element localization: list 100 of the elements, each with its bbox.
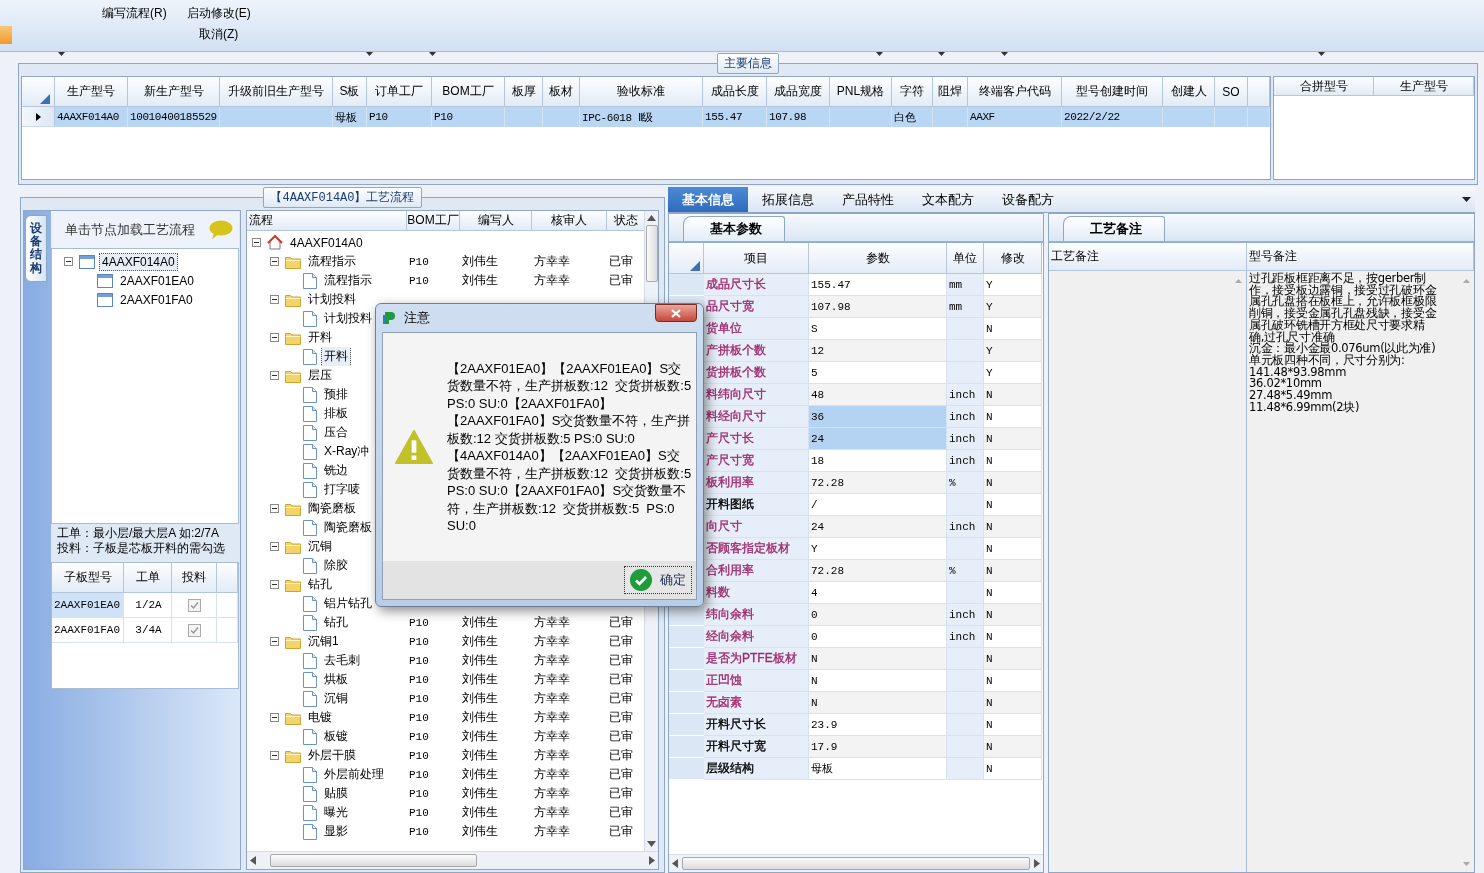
table-cell: P10 — [409, 806, 429, 819]
table-cell: N — [984, 472, 1042, 494]
table-cell: Y — [809, 538, 947, 560]
table-cell: 刘伟生 — [462, 728, 498, 745]
table-cell: inch — [947, 604, 984, 626]
table-cell: P10 — [432, 107, 505, 127]
table-cell: 18 — [809, 450, 947, 472]
table-cell: 合利用率 — [704, 560, 809, 582]
table-cell: P10 — [409, 616, 429, 629]
table-cell: mm — [947, 274, 984, 296]
table-cell: 刘伟生 — [462, 690, 498, 707]
table-cell: Y — [984, 340, 1042, 362]
table-cell: N — [984, 494, 1042, 516]
table-cell: 方幸幸 — [534, 728, 570, 745]
table-cell: N — [984, 648, 1042, 670]
table-cell: Y — [984, 296, 1042, 318]
table-cell: P10 — [409, 711, 429, 724]
table-cell: P10 — [409, 692, 429, 705]
table-cell: 5 — [809, 362, 947, 384]
dialog-title: 注意 — [404, 309, 430, 327]
table-cell: 方幸幸 — [534, 747, 570, 764]
remark-text: 单元板四种不同，尺寸分别为: — [1249, 354, 1405, 367]
table-cell: 72.28 — [809, 560, 947, 582]
table-cell: Y — [984, 362, 1042, 384]
table-cell: 刘伟生 — [462, 709, 498, 726]
table-cell: 料数 — [704, 582, 809, 604]
table-cell: 刘伟生 — [462, 272, 498, 289]
table-cell: 方幸幸 — [534, 253, 570, 270]
table-cell: 板利用率 — [704, 472, 809, 494]
table-cell: 方幸幸 — [534, 785, 570, 802]
table-cell: 已审 — [609, 690, 633, 707]
table-cell: 0 — [809, 626, 947, 648]
table-cell: 155.47 — [703, 107, 767, 127]
table-cell: P10 — [409, 654, 429, 667]
table-cell: inch — [947, 384, 984, 406]
table-cell: N — [984, 428, 1042, 450]
table-cell: 36 — [809, 406, 947, 428]
table-cell: P10 — [409, 768, 429, 781]
hint-text: 单击节点加载工艺流程 — [65, 220, 195, 239]
table-cell: N — [984, 516, 1042, 538]
table-cell: Y — [984, 274, 1042, 296]
table-cell: 否顾客指定板材 — [704, 538, 809, 560]
table-cell: 方幸幸 — [534, 823, 570, 840]
table-cell: N — [809, 670, 947, 692]
table-cell: N — [984, 406, 1042, 428]
table-cell: 方幸幸 — [534, 272, 570, 289]
table-cell: N — [984, 450, 1042, 472]
table-cell: 产尺寸宽 — [704, 450, 809, 472]
table-cell: 母板 — [809, 758, 947, 780]
table-cell: 已审 — [609, 823, 633, 840]
table-cell: 货拼板个数 — [704, 362, 809, 384]
table-cell: 刘伟生 — [462, 652, 498, 669]
table-cell: inch — [947, 516, 984, 538]
table-cell: 货单位 — [704, 318, 809, 340]
table-cell: 方幸幸 — [534, 614, 570, 631]
table-cell: P10 — [409, 825, 429, 838]
table-cell: 4 — [809, 582, 947, 604]
table-cell: N — [984, 692, 1042, 714]
table-cell: inch — [947, 626, 984, 648]
table-cell: 刘伟生 — [462, 766, 498, 783]
table-cell: 已审 — [609, 272, 633, 289]
table-cell: N — [984, 626, 1042, 648]
table-cell: % — [947, 560, 984, 582]
table-cell: 3/4A — [124, 618, 172, 643]
table-cell: 2022/2/22 — [1062, 107, 1163, 127]
table-cell: 无卤素 — [704, 692, 809, 714]
table-cell: 已审 — [609, 709, 633, 726]
table-cell: 开料图纸 — [704, 494, 809, 516]
table-cell: N — [809, 692, 947, 714]
table-cell: 23.9 — [809, 714, 947, 736]
table-cell: 方幸幸 — [534, 671, 570, 688]
table-cell: P10 — [367, 107, 432, 127]
table-cell: 品尺寸宽 — [704, 296, 809, 318]
panel-title: 【4AAXF014A0】工艺流程 — [263, 187, 422, 208]
table-cell: mm — [947, 296, 984, 318]
table-cell: 料经向尺寸 — [704, 406, 809, 428]
table-cell: 经向余料 — [704, 626, 809, 648]
table-cell: 107.98 — [767, 107, 830, 127]
table-cell: 已审 — [609, 804, 633, 821]
table-cell: 155.47 — [809, 274, 947, 296]
table-cell: 正凹蚀 — [704, 670, 809, 692]
remark-text: 36.02*10mm — [1249, 378, 1322, 391]
table-cell: 纬向余料 — [704, 604, 809, 626]
table-cell: 2AAXF01EA0 — [52, 593, 124, 618]
table-cell: 方幸幸 — [534, 709, 570, 726]
table-cell: 刘伟生 — [462, 823, 498, 840]
table-cell: N — [984, 582, 1042, 604]
remark-text: 沉金：最小金最0.076um(以此为准) — [1249, 343, 1437, 355]
table-cell: N — [809, 648, 947, 670]
table-cell: / — [809, 494, 947, 516]
table-cell: 方幸幸 — [534, 652, 570, 669]
table-cell: N — [984, 384, 1042, 406]
table-cell: P10 — [409, 730, 429, 743]
table-cell: 刘伟生 — [462, 785, 498, 802]
table-cell: 已审 — [609, 652, 633, 669]
table-cell: 107.98 — [809, 296, 947, 318]
table-cell: N — [984, 560, 1042, 582]
dialog-message: 【2AAXF01EA0】【2AAXF01EA0】S交货数量不符，生产拼板数:12 交货拼板数:5 PS:0 SU:0【2AAXF01FA0】【2AAXF01FA0】S交货数量不符，生产拼板数:12 交货拼板数:5 PS:0 SU:0【4AAXF014A0】【2AAXF01EA0】S交货数量不符，生产拼板数:12 交货拼板数:5 PS:0 SU:0【2AAXF01FA0】S交货数量不符，生产拼板数:12 交货拼板数:5 PS:0 SU:0 — [447, 359, 692, 535]
table-cell: N — [984, 758, 1042, 780]
table-cell: 开料尺寸宽 — [704, 736, 809, 758]
